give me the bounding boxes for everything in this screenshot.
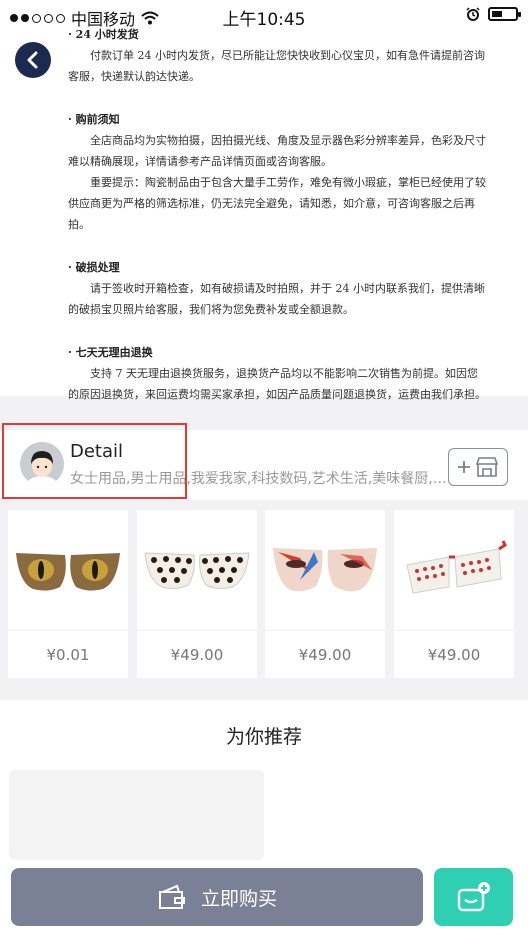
chevron-left-icon xyxy=(27,51,38,69)
store-icon xyxy=(475,457,499,477)
product-card[interactable]: ¥49.00 xyxy=(137,510,257,678)
policy-paragraph: 重要提示：陶瓷制品由于包含大量手工劳作，难免有微小瑕疵，掌柜已经使用了较供应商更… xyxy=(68,176,486,231)
policy-text: · 24 小时发货 付款订单 24 小时内发货，尽已所能让您快快收到心仪宝贝，如… xyxy=(68,28,488,405)
shutter-glasses-icon xyxy=(406,540,507,594)
buy-now-label: 立即购买 xyxy=(200,887,277,910)
shop-categories: 女士用品,男士用品,我爱我家,科技数码,艺术生活,美味餐厨,… xyxy=(70,471,447,487)
add-cart-icon xyxy=(457,882,490,912)
avatar-icon xyxy=(20,442,64,486)
recommend-item-placeholder[interactable] xyxy=(9,770,264,860)
product-card[interactable]: ¥0.01 xyxy=(8,510,128,678)
product-card[interactable]: ¥49.00 xyxy=(394,510,514,678)
wallet-icon xyxy=(158,884,185,909)
cat-eye-glasses-icon xyxy=(16,553,120,591)
product-image[interactable] xyxy=(265,510,385,630)
shop-products: ¥0.01 ¥49.00 ¥49.00 ¥49.00 xyxy=(0,500,528,690)
recommend-title: 为你推荐 xyxy=(225,726,302,748)
product-price: ¥49.00 xyxy=(265,630,385,679)
policy-section-title: · 破损处理 xyxy=(68,261,120,274)
recommend-section: 为你推荐 xyxy=(0,700,528,860)
battery-icon xyxy=(488,7,521,21)
policy-paragraph: 支持 7 天无理由退换货服务，退换货产品均以不能影响二次销售为前提。如因您的原因… xyxy=(68,367,486,401)
policy-paragraph: 请于签收时开箱检查，如有破损请及时拍照，并于 24 小时内联系我们，提供清晰的破… xyxy=(68,282,485,316)
product-image[interactable] xyxy=(394,510,514,630)
product-price: ¥49.00 xyxy=(137,630,257,679)
bottom-action-bar: 立即购买 xyxy=(0,860,528,937)
buy-now-button[interactable]: 立即购买 xyxy=(11,868,423,926)
product-price: ¥0.01 xyxy=(8,630,128,679)
product-image[interactable] xyxy=(8,510,128,630)
product-image[interactable] xyxy=(137,510,257,630)
painted-face-glasses-icon xyxy=(273,548,377,592)
add-to-cart-button[interactable] xyxy=(434,868,513,926)
status-right xyxy=(466,7,521,21)
follow-shop-button[interactable] xyxy=(448,448,508,486)
policy-paragraph: 全店商品均为实物拍摄，因拍摄光线、角度及显示器色彩分辨率差异，色彩及尺寸难以精确… xyxy=(68,134,486,168)
plus-icon xyxy=(458,461,470,473)
alarm-icon xyxy=(466,7,480,21)
polka-dot-glasses-icon xyxy=(144,552,250,590)
policy-section-title: · 24 小时发货 xyxy=(68,28,139,41)
back-button[interactable] xyxy=(15,42,51,78)
product-card[interactable]: ¥49.00 xyxy=(265,510,385,678)
product-price: ¥49.00 xyxy=(394,630,514,679)
shop-name[interactable]: Detail xyxy=(70,441,123,462)
policy-section-title: · 购前须知 xyxy=(68,113,120,126)
policy-document: · 24 小时发货 付款订单 24 小时内发货，尽已所能让您快快收到心仪宝贝，如… xyxy=(0,28,528,401)
shop-avatar[interactable] xyxy=(20,442,64,486)
shop-info[interactable]: Detail 女士用品,男士用品,我爱我家,科技数码,艺术生活,美味餐厨,… xyxy=(0,430,528,500)
policy-section-title: · 七天无理由退换 xyxy=(68,346,153,359)
policy-paragraph: 付款订单 24 小时内发货，尽已所能让您快快收到心仪宝贝，如有急件请提前咨询客服… xyxy=(68,49,485,83)
